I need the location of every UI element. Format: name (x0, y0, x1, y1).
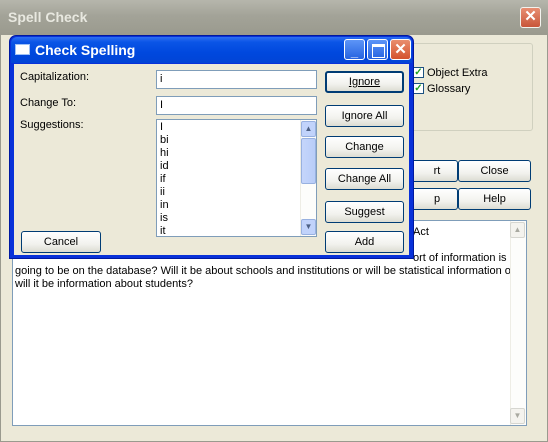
help-button[interactable]: Help (458, 188, 531, 210)
outer-window-title: Spell Check (0, 0, 548, 35)
list-item[interactable]: if (160, 173, 166, 186)
add-button[interactable]: Add (325, 231, 404, 253)
list-item[interactable]: it (160, 225, 166, 236)
window-icon (15, 44, 30, 55)
list-item[interactable]: I (160, 121, 163, 134)
suggestions-scroll-up-icon[interactable]: ▲ (301, 121, 316, 137)
suggestions-scroll-down-icon[interactable]: ▼ (301, 219, 316, 235)
list-item[interactable]: hi (160, 147, 169, 160)
dialog-close-icon[interactable]: ✕ (390, 39, 411, 60)
suggestions-list[interactable]: I bi hi id if ii in is it ▲ ▼ (156, 119, 317, 237)
check-spelling-dialog: Check Spelling _ ✕ Capitalization: Chang… (9, 35, 414, 259)
text-line-2: going to be on the database? Will it be … (15, 265, 515, 277)
cancel-button[interactable]: Cancel (21, 231, 101, 253)
text-fragment-act: Act (413, 226, 429, 238)
text-line-1-tail: ort of information is (413, 252, 507, 264)
suggestions-label: Suggestions: (20, 119, 84, 131)
suggest-button[interactable]: Suggest (325, 201, 404, 223)
dialog-title-bar[interactable]: Check Spelling _ ✕ (11, 37, 412, 63)
start-button-fragment: rt (433, 165, 441, 177)
change-to-field[interactable]: I (156, 96, 317, 115)
list-item[interactable]: is (160, 212, 168, 225)
minimize-icon[interactable]: _ (344, 39, 365, 60)
list-item[interactable]: bi (160, 134, 169, 147)
text-scroll-down-icon[interactable]: ▼ (510, 408, 525, 424)
change-button[interactable]: Change (325, 136, 404, 158)
ignore-button[interactable]: Ignore (325, 71, 404, 93)
text-line-3: will it be information about students? (15, 278, 193, 290)
glossary-checkbox[interactable]: ✓ (413, 83, 424, 94)
ignore-all-button[interactable]: Ignore All (325, 105, 404, 127)
change-all-button[interactable]: Change All (325, 168, 404, 190)
second-button-fragment: p (433, 193, 441, 205)
capitalization-field[interactable]: i (156, 70, 317, 89)
dialog-body: Capitalization: Change To: Suggestions: … (14, 64, 409, 255)
list-item[interactable]: id (160, 160, 169, 173)
close-button[interactable]: Close (458, 160, 531, 182)
outer-close-icon[interactable]: ✕ (520, 7, 541, 28)
ignore-button-label: Ignore (348, 76, 381, 88)
change-to-label: Change To: (20, 97, 77, 109)
text-scroll-up-icon[interactable]: ▲ (510, 222, 525, 238)
suggestions-scroll-thumb[interactable] (301, 138, 316, 184)
glossary-label: Glossary (427, 83, 471, 95)
dialog-title: Check Spelling (35, 42, 136, 58)
list-item[interactable]: ii (160, 186, 165, 199)
object-extra-checkbox[interactable]: ✓ (413, 67, 424, 78)
capitalization-label: Capitalization: (20, 71, 90, 83)
list-item[interactable]: in (160, 199, 169, 212)
text-area-scrollbar[interactable] (510, 221, 526, 425)
object-extra-label: Object Extra (427, 67, 488, 79)
maximize-icon[interactable] (367, 39, 388, 60)
